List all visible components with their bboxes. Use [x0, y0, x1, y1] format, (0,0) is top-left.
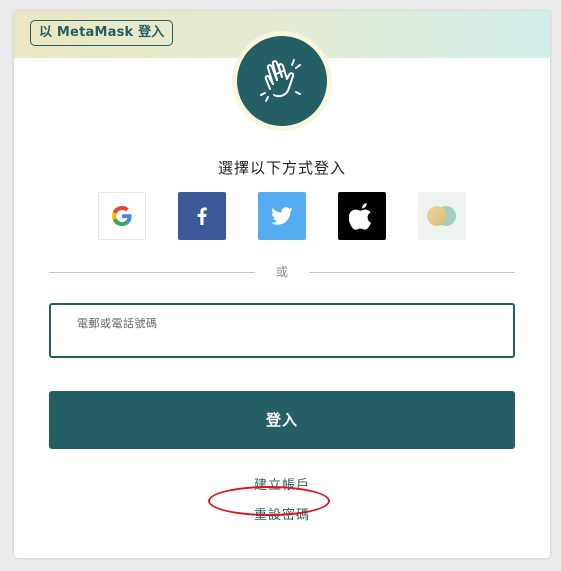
google-icon [112, 206, 132, 226]
two-circles-icon [427, 206, 456, 226]
email-or-phone-input[interactable] [77, 331, 497, 351]
facebook-icon [197, 207, 207, 225]
twitter-login-button[interactable] [258, 192, 306, 240]
facebook-login-button[interactable] [178, 192, 226, 240]
reset-password-link[interactable]: 重設密碼 [14, 504, 550, 523]
login-options-title: 選擇以下方式登入 [217, 159, 346, 177]
twitter-icon [270, 207, 293, 225]
login-card: 以 MetaMask 登入 選擇以下方式登入 或 電郵或電話號碼 登入 建立帳戶… [14, 11, 550, 558]
metamask-login-button[interactable]: 以 MetaMask 登入 [30, 20, 174, 46]
other-login-button[interactable] [418, 192, 466, 240]
google-login-button[interactable] [98, 192, 146, 240]
clapping-hands-icon [260, 59, 301, 102]
create-account-link[interactable]: 建立帳戶 [14, 474, 550, 493]
divider-line-right [309, 272, 515, 273]
email-or-phone-label: 電郵或電話號碼 [77, 317, 158, 330]
apple-login-button[interactable] [338, 192, 386, 240]
logo [237, 36, 327, 126]
email-or-phone-field[interactable]: 電郵或電話號碼 [49, 303, 515, 358]
apple-icon [349, 203, 372, 230]
login-button[interactable]: 登入 [49, 391, 515, 449]
